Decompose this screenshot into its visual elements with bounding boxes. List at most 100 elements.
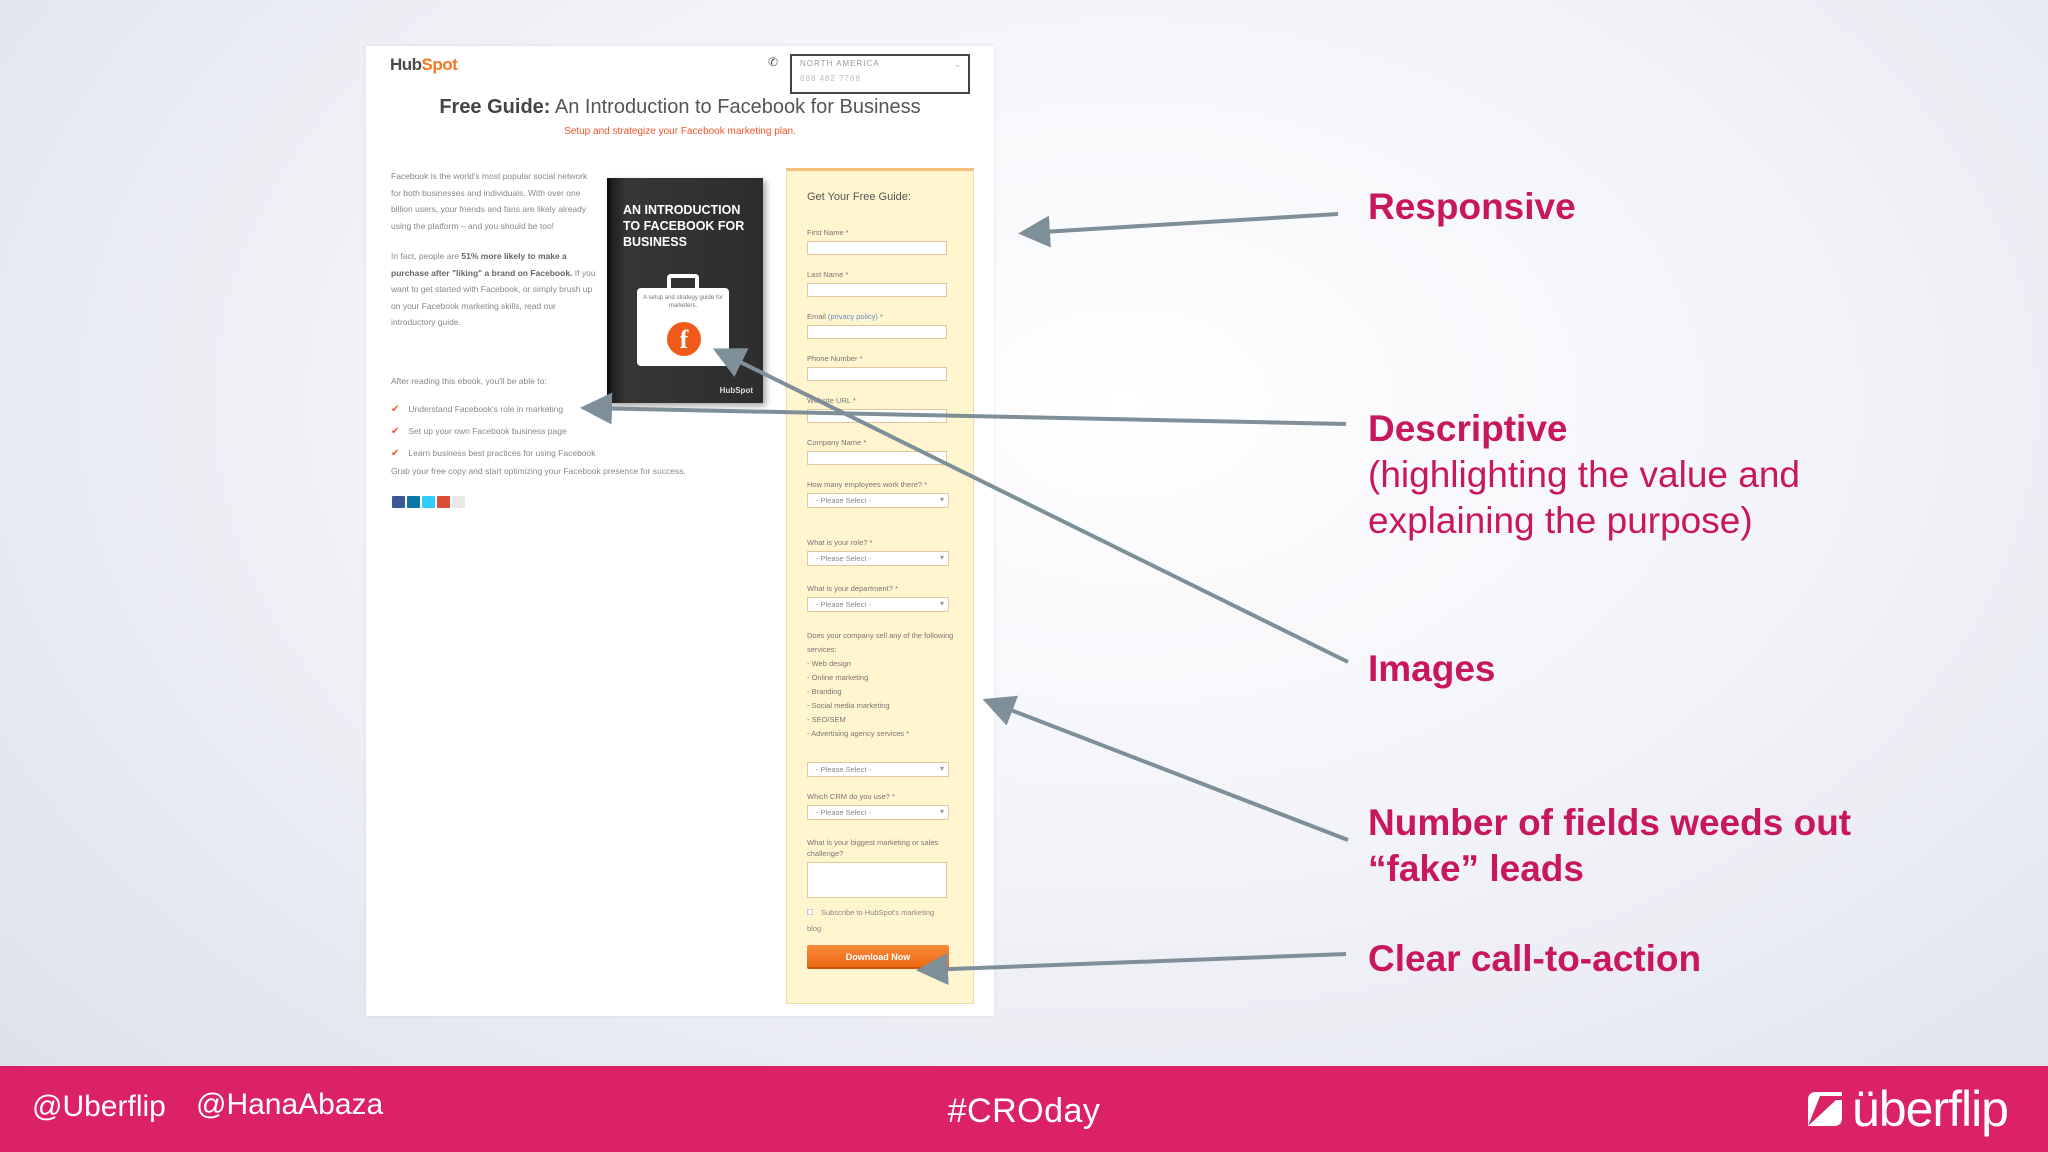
employees-select[interactable]: - Please Select - (807, 493, 949, 508)
annotation-heading: Images (1368, 648, 1496, 689)
subscribe-label: Subscribe to HubSpot's marketing blog (807, 908, 935, 933)
required-mark: * (877, 312, 883, 321)
ebook-cover-image: AN INTRODUCTION TO FACEBOOK FOR BUSINESS… (607, 178, 763, 403)
list-item: ✔ Set up your own Facebook business page (391, 420, 651, 442)
fields-arrow (982, 695, 1349, 842)
ebook-case-text: A setup and strategy guide for marketers… (643, 295, 723, 309)
list-item: ✔ Learn business best practices for using… (391, 442, 651, 464)
region-label: NORTH AMERICA (800, 59, 880, 68)
email-input[interactable] (807, 325, 947, 339)
service-item: - SEO/SEM (807, 715, 846, 724)
annotation-heading: Clear call-to-action (1368, 938, 1702, 979)
uberflip-logo: überflip (1806, 1081, 2009, 1137)
twitter-share-icon[interactable] (422, 496, 435, 508)
field-label: What is your role? * (807, 538, 873, 547)
service-item: - Social media marketing (807, 701, 890, 710)
challenge-field: What is your biggest marketing or sales … (807, 837, 947, 898)
service-item: - Web design (807, 659, 852, 668)
facebook-share-icon[interactable] (392, 496, 405, 508)
check-icon: ✔ (391, 425, 400, 437)
footer-bar: @Uberflip @HanaAbaza #CROday überflip (0, 1066, 2048, 1152)
phone-number: 888 482 7768 (800, 74, 861, 83)
event-hashtag: #CROday (947, 1092, 1101, 1130)
download-now-button[interactable]: Download Now (807, 945, 949, 969)
website-input[interactable] (807, 409, 947, 423)
crm-select[interactable]: - Please Select - (807, 805, 949, 820)
social-share-bar (392, 496, 465, 508)
brand-wordmark: überflip (1852, 1081, 2009, 1137)
bullet-text: Set up your own Facebook business page (408, 426, 567, 436)
first-name-input[interactable] (807, 241, 947, 255)
crm-field: Which CRM do you use? * - Please Select … (807, 791, 949, 820)
phone-input[interactable] (807, 367, 947, 381)
annotation-heading: Descriptive (1368, 408, 1568, 449)
grab-text: Grab your free copy and start optimizing… (391, 466, 686, 476)
company-input[interactable] (807, 451, 947, 465)
intro-paragraph-2: In fact, people are 51% more likely to m… (391, 248, 596, 331)
first-name-field: First Name * (807, 227, 947, 255)
services-select[interactable]: - Please Select - (807, 762, 949, 777)
privacy-policy-link[interactable]: (privacy policy) (828, 312, 878, 321)
annotation-heading: Responsive (1368, 186, 1576, 227)
annotation-cta: Clear call-to-action (1368, 936, 1701, 982)
services-select-field: - Please Select - (807, 759, 949, 777)
subscribe-option: Subscribe to HubSpot's marketing blog (807, 905, 947, 937)
email-share-icon[interactable] (452, 496, 465, 508)
field-label: Website URL * (807, 396, 856, 405)
intro-paragraph-1: Facebook is the world's most popular soc… (391, 171, 588, 231)
last-name-field: Last Name * (807, 269, 947, 297)
subscribe-checkbox[interactable] (807, 909, 813, 915)
service-item: - Branding (807, 687, 842, 696)
title-rest: An Introduction to Facebook for Business (554, 96, 921, 118)
intro-text: Facebook is the world's most popular soc… (391, 168, 596, 345)
field-label: Company Name * (807, 438, 867, 447)
annotation-responsive: Responsive (1368, 184, 1576, 230)
lead-form: Get Your Free Guide: First Name * Last N… (786, 168, 974, 1004)
annotation-descriptive: Descriptive (highlighting the value and … (1368, 406, 1888, 544)
email-field: Email (privacy policy) * (807, 311, 947, 339)
title-bold: Free Guide: (439, 96, 551, 118)
field-label: Phone Number * (807, 354, 863, 363)
bullet-text: Understand Facebook's role in marketing (408, 404, 564, 414)
department-select[interactable]: - Please Select - (807, 597, 949, 612)
company-field: Company Name * (807, 437, 947, 465)
chevron-down-icon: ⌄ (954, 60, 962, 69)
service-item: - Advertising agency services * (807, 729, 910, 738)
annotation-heading: Number of fields weeds out “fake” leads (1368, 802, 1852, 889)
annotation-images: Images (1368, 646, 1496, 692)
page-subtitle: Setup and strategize your Facebook marke… (564, 126, 796, 137)
role-select[interactable]: - Please Select - (807, 551, 949, 566)
ebook-hubspot-logo: HubSpot (719, 386, 753, 395)
responsive-arrow (1018, 212, 1339, 248)
phone-field: Phone Number * (807, 353, 947, 381)
field-label: Last Name * (807, 270, 849, 279)
services-label: Does your company sell any of the follow… (807, 631, 954, 654)
annotation-subtext: (highlighting the value and explaining t… (1368, 454, 1800, 541)
check-icon: ✔ (391, 447, 400, 459)
after-text: After reading this ebook, you'll be able… (391, 376, 547, 386)
region-selector[interactable]: NORTH AMERICA ⌄ 888 482 7768 (790, 54, 970, 94)
annotation-fields: Number of fields weeds out “fake” leads (1368, 800, 1928, 892)
google-plus-share-icon[interactable] (437, 496, 450, 508)
ebook-title: AN INTRODUCTION TO FACEBOOK FOR BUSINESS (623, 203, 745, 249)
linkedin-share-icon[interactable] (407, 496, 420, 508)
check-icon: ✔ (391, 403, 400, 415)
page-title: Free Guide: An Introduction to Facebook … (366, 96, 994, 119)
field-label: What is your department? * (807, 584, 898, 593)
facebook-icon: f (667, 322, 701, 356)
employees-field: How many employees work there? * - Pleas… (807, 479, 949, 508)
last-name-input[interactable] (807, 283, 947, 297)
intro-p2-start: In fact, people are (391, 251, 460, 261)
website-field: Website URL * (807, 395, 947, 423)
phone-icon: ✆ (768, 55, 779, 69)
field-label: Which CRM do you use? * (807, 792, 895, 801)
field-label: Email (privacy policy) * (807, 311, 947, 322)
role-field: What is your role? * - Please Select - (807, 537, 949, 566)
department-field: What is your department? * - Please Sele… (807, 583, 949, 612)
field-label: What is your biggest marketing or sales … (807, 838, 939, 858)
form-heading: Get Your Free Guide: (807, 191, 911, 203)
field-label: First Name * (807, 228, 849, 237)
bullet-text: Learn business best practices for using … (408, 448, 596, 458)
challenge-textarea[interactable] (807, 862, 947, 898)
services-question: Does your company sell any of the follow… (807, 629, 957, 741)
